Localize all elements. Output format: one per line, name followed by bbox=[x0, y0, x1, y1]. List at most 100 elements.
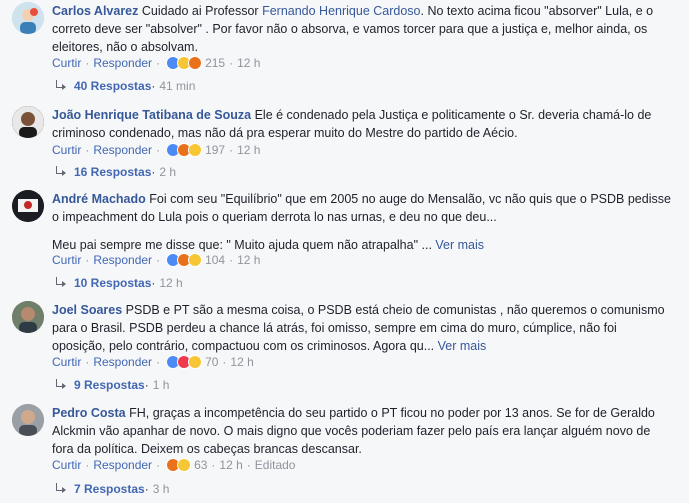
replies-time: 1 h bbox=[152, 378, 170, 392]
comment-text-part: . No texto acima ficou "absorver" Lula, … bbox=[420, 4, 654, 18]
comment-text-part: Foi com seu "Equilíbrio" que em 2005 no … bbox=[145, 192, 671, 206]
like-link[interactable]: Curtir bbox=[52, 456, 81, 474]
edited-label[interactable]: Editado bbox=[255, 456, 296, 474]
reply-link[interactable]: Responder bbox=[93, 251, 152, 269]
replies-toggle[interactable]: 7 Respostas · 3 h bbox=[52, 480, 169, 498]
replies-time: 41 min bbox=[159, 79, 196, 93]
reply-arrow-icon bbox=[52, 276, 68, 290]
comment-time[interactable]: 12 h bbox=[237, 141, 260, 159]
separator: · bbox=[156, 355, 161, 369]
comment-actions: Curtir · Responder · 215 · 12 h bbox=[52, 54, 260, 72]
see-more-link[interactable]: Ver mais bbox=[435, 238, 484, 252]
comment-actions: Curtir · Responder · 197 · 12 h bbox=[52, 141, 260, 159]
separator: · bbox=[151, 79, 156, 93]
haha-icon bbox=[188, 143, 203, 157]
comment-text-part: Cuidado ai Professor bbox=[138, 4, 263, 18]
comment-time[interactable]: 12 h bbox=[219, 456, 242, 474]
reply-link[interactable]: Responder bbox=[93, 54, 152, 72]
replies-time: 12 h bbox=[159, 276, 183, 290]
replies-toggle[interactable]: 16 Respostas · 2 h bbox=[52, 163, 176, 181]
reaction-count: 63 bbox=[194, 458, 208, 472]
comment-text-part: FH, graças a incompetência do seu partid… bbox=[125, 406, 655, 420]
separator: · bbox=[156, 143, 161, 157]
like-link[interactable]: Curtir bbox=[52, 353, 81, 371]
separator: · bbox=[144, 482, 149, 496]
reply-arrow-icon bbox=[52, 79, 68, 93]
replies-time: 2 h bbox=[159, 165, 177, 179]
separator: · bbox=[85, 458, 90, 472]
separator: · bbox=[85, 143, 90, 157]
avatar[interactable] bbox=[12, 190, 44, 222]
comment-actions: Curtir · Responder · 104 · 12 h bbox=[52, 251, 260, 269]
separator: · bbox=[222, 355, 227, 369]
replies-count[interactable]: 9 Respostas bbox=[74, 376, 145, 394]
replies-time: 3 h bbox=[152, 482, 170, 496]
avatar[interactable] bbox=[12, 2, 44, 34]
comment-author[interactable]: Carlos Alvarez bbox=[52, 4, 138, 18]
replies-count[interactable]: 16 Respostas bbox=[74, 163, 151, 181]
haha-icon bbox=[188, 253, 203, 267]
reply-arrow-icon bbox=[52, 165, 68, 179]
comment-author[interactable]: Pedro Costa bbox=[52, 406, 126, 420]
reaction-count: 197 bbox=[205, 143, 226, 157]
comment-text-part: Meu pai sempre me disse que: " Muito aju… bbox=[52, 238, 432, 252]
like-link[interactable]: Curtir bbox=[52, 54, 81, 72]
comment-text-part: PSDB e PT são a mesma coisa, o PSDB está… bbox=[122, 303, 665, 317]
comment-actions: Curtir · Responder · 63 · 12 h · Editado bbox=[52, 456, 295, 474]
reply-arrow-icon bbox=[52, 378, 68, 392]
separator: · bbox=[229, 253, 234, 267]
see-more-link[interactable]: Ver mais bbox=[438, 339, 487, 353]
separator: · bbox=[211, 458, 216, 472]
replies-count[interactable]: 7 Respostas bbox=[74, 480, 145, 498]
comment-time[interactable]: 12 h bbox=[237, 251, 260, 269]
comment-text-line: Alckmin vão apanhar de novo. O mais dign… bbox=[52, 424, 651, 438]
reaction-count: 215 bbox=[205, 56, 226, 70]
separator: · bbox=[156, 253, 161, 267]
comment-text-part: oposição, pelo contrário, compactuou com… bbox=[52, 339, 435, 353]
reactions-summary[interactable]: 63 bbox=[166, 456, 207, 474]
comment-text-line: para o Brasil. PSDB perdeu a chance lá a… bbox=[52, 321, 617, 335]
like-link[interactable]: Curtir bbox=[52, 251, 81, 269]
reactions-summary[interactable]: 197 bbox=[166, 141, 225, 159]
separator: · bbox=[229, 143, 234, 157]
comment-text-line: correto deve ser "absolver" . Por favor … bbox=[52, 22, 648, 36]
comment-text-part: Ele é condenado pela Justiça e politicam… bbox=[251, 108, 652, 122]
haha-icon bbox=[188, 355, 203, 369]
separator: · bbox=[151, 276, 156, 290]
separator: · bbox=[156, 458, 161, 472]
comment-time[interactable]: 12 h bbox=[237, 54, 260, 72]
author-mention-link[interactable]: Fernando Henrique Cardoso bbox=[262, 4, 420, 18]
reactions-summary[interactable]: 104 bbox=[166, 251, 225, 269]
comment-time[interactable]: 12 h bbox=[230, 353, 253, 371]
reaction-count: 70 bbox=[205, 355, 219, 369]
separator: · bbox=[85, 355, 90, 369]
reply-link[interactable]: Responder bbox=[93, 353, 152, 371]
comment-feed: Carlos Alvarez Cuidado ai Professor Fern… bbox=[0, 0, 689, 503]
avatar[interactable] bbox=[12, 404, 44, 436]
reactions-summary[interactable]: 70 bbox=[166, 353, 218, 371]
reactions-summary[interactable]: 215 bbox=[166, 54, 225, 72]
replies-toggle[interactable]: 10 Respostas · 12 h bbox=[52, 274, 183, 292]
separator: · bbox=[156, 56, 161, 70]
comment-text-line: criminoso condenado, mas não dá pra espe… bbox=[52, 126, 518, 140]
separator: · bbox=[85, 56, 90, 70]
separator: · bbox=[85, 253, 90, 267]
like-link[interactable]: Curtir bbox=[52, 141, 81, 159]
comment-author[interactable]: Joel Soares bbox=[52, 303, 122, 317]
replies-count[interactable]: 40 Respostas bbox=[74, 77, 151, 95]
comment-author[interactable]: André Machado bbox=[52, 192, 146, 206]
separator: · bbox=[229, 56, 234, 70]
avatar[interactable] bbox=[12, 106, 44, 138]
angry-icon bbox=[188, 56, 203, 70]
comment-text-line: o impeachment do Lula pois o queriam der… bbox=[52, 210, 497, 224]
reply-link[interactable]: Responder bbox=[93, 141, 152, 159]
replies-toggle[interactable]: 40 Respostas · 41 min bbox=[52, 77, 195, 95]
replies-toggle[interactable]: 9 Respostas · 1 h bbox=[52, 376, 169, 394]
comment-author[interactable]: João Henrique Tatibana de Souza bbox=[52, 108, 251, 122]
reaction-count: 104 bbox=[205, 253, 226, 267]
reply-link[interactable]: Responder bbox=[93, 456, 152, 474]
separator: · bbox=[151, 165, 156, 179]
reply-arrow-icon bbox=[52, 482, 68, 496]
replies-count[interactable]: 10 Respostas bbox=[74, 274, 151, 292]
avatar[interactable] bbox=[12, 301, 44, 333]
